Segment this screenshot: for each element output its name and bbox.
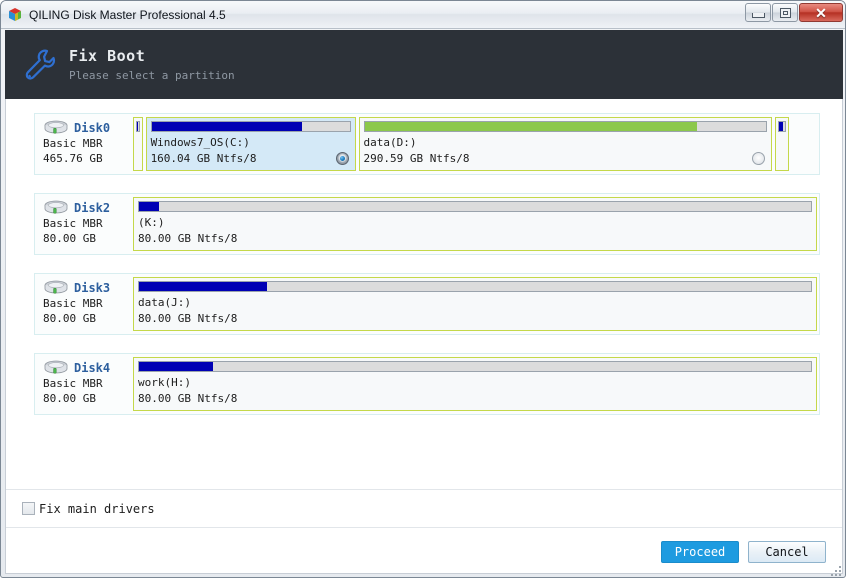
window-title: QILING Disk Master Professional 4.5 <box>29 7 226 22</box>
resize-grip[interactable] <box>831 563 843 576</box>
disk-type: Basic MBR <box>43 297 103 310</box>
disk-row: Disk3 Basic MBR 80.00 GB data(J:) 80.00 GB N… <box>34 273 820 335</box>
disk-name: Disk3 <box>74 280 111 295</box>
partition-item[interactable] <box>133 117 143 171</box>
page-subtitle: Please select a partition <box>69 69 235 82</box>
disk-name: Disk0 <box>74 120 111 135</box>
partition-radio[interactable] <box>335 152 349 165</box>
fix-main-drivers-label: Fix main drivers <box>39 501 155 516</box>
hard-disk-icon <box>43 280 69 295</box>
hard-disk-icon <box>43 120 69 135</box>
footer-bar: Proceed Cancel <box>5 530 843 574</box>
minimize-icon <box>751 12 765 18</box>
close-button[interactable]: ✕ <box>799 3 843 22</box>
partition-usage-fill <box>364 122 698 131</box>
partition-usage-bar <box>777 121 787 132</box>
partition-strip: Windows7_OS(C:) 160.04 GB Ntfs/8 data(D:) 2… <box>133 114 819 174</box>
disk-header: Disk0 <box>43 119 133 136</box>
cube-logo-icon <box>7 7 23 23</box>
disk-size: 80.00 GB <box>43 312 96 325</box>
proceed-button[interactable]: Proceed <box>661 540 739 563</box>
partition-label: data(D:) <box>363 136 417 149</box>
header-text-block: Fix Boot Please select a partition <box>69 47 235 82</box>
disk-size: 80.00 GB <box>43 232 96 245</box>
disk-type: Basic MBR <box>43 217 103 230</box>
partition-usage-fill <box>778 122 784 131</box>
disk-header: Disk4 <box>43 359 133 376</box>
partition-usage-bar <box>138 281 812 292</box>
page-title: Fix Boot <box>69 47 146 65</box>
partition-usage-fill <box>137 122 139 131</box>
maximize-icon <box>779 7 791 18</box>
partition-usage-bar <box>150 121 351 132</box>
partition-label: Windows7_OS(C:) <box>150 136 250 149</box>
partition-size: 290.59 GB Ntfs/8 <box>363 152 470 165</box>
partition-strip: work(H:) 80.00 GB Ntfs/8 <box>133 354 819 414</box>
partition-size: 80.00 GB Ntfs/8 <box>138 392 238 405</box>
disk-info: Disk2 Basic MBR 80.00 GB <box>35 194 133 254</box>
fix-main-drivers-checkbox[interactable] <box>22 502 35 515</box>
cancel-button[interactable]: Cancel <box>748 540 826 563</box>
partition-item[interactable] <box>774 117 790 171</box>
partition-usage-bar <box>138 361 812 372</box>
disk-size: 80.00 GB <box>43 392 96 405</box>
partition-label: (K:) <box>138 216 165 229</box>
partition-usage-fill <box>139 282 267 291</box>
disk-list: Disk0 Basic MBR 465.76 GB Windows7_OS(C:) 16… <box>6 99 842 489</box>
page-header: Fix Boot Please select a partition <box>5 30 843 99</box>
partition-item[interactable]: (K:) 80.00 GB Ntfs/8 <box>133 197 817 251</box>
hard-disk-icon <box>43 360 69 375</box>
partition-radio[interactable] <box>751 152 765 165</box>
partition-item[interactable]: work(H:) 80.00 GB Ntfs/8 <box>133 357 817 411</box>
partition-item[interactable]: Windows7_OS(C:) 160.04 GB Ntfs/8 <box>145 117 356 171</box>
disk-info: Disk3 Basic MBR 80.00 GB <box>35 274 133 334</box>
options-bar: Fix main drivers <box>6 489 842 528</box>
partition-usage-bar <box>138 201 812 212</box>
disk-name: Disk2 <box>74 200 111 215</box>
partition-size: 160.04 GB Ntfs/8 <box>150 152 257 165</box>
disk-info: Disk4 Basic MBR 80.00 GB <box>35 354 133 414</box>
minimize-button[interactable] <box>745 3 771 22</box>
maximize-button[interactable] <box>772 3 798 22</box>
partition-size: 80.00 GB Ntfs/8 <box>138 232 238 245</box>
partition-label: work(H:) <box>138 376 191 389</box>
disk-name: Disk4 <box>74 360 111 375</box>
application-window: QILING Disk Master Professional 4.5 ✕ Fi… <box>0 0 846 578</box>
disk-size: 465.76 GB <box>43 152 103 165</box>
title-bar[interactable]: QILING Disk Master Professional 4.5 ✕ <box>1 1 845 29</box>
close-icon: ✕ <box>815 4 827 21</box>
disk-type: Basic MBR <box>43 377 103 390</box>
partition-usage-bar <box>363 121 767 132</box>
disk-header: Disk3 <box>43 279 133 296</box>
disk-row: Disk4 Basic MBR 80.00 GB work(H:) 80.00 GB N… <box>34 353 820 415</box>
partition-usage-fill <box>151 122 303 131</box>
partition-size: 80.00 GB Ntfs/8 <box>138 312 238 325</box>
disk-row: Disk2 Basic MBR 80.00 GB (K:) 80.00 GB Ntfs/… <box>34 193 820 255</box>
partition-item[interactable]: data(D:) 290.59 GB Ntfs/8 <box>358 117 772 171</box>
hard-disk-icon <box>43 200 69 215</box>
partition-usage-fill <box>139 362 213 371</box>
content-panel: Disk0 Basic MBR 465.76 GB Windows7_OS(C:) 16… <box>5 99 843 530</box>
disk-header: Disk2 <box>43 199 133 216</box>
disk-row: Disk0 Basic MBR 465.76 GB Windows7_OS(C:) 16… <box>34 113 820 175</box>
disk-info: Disk0 Basic MBR 465.76 GB <box>35 114 133 174</box>
partition-strip: (K:) 80.00 GB Ntfs/8 <box>133 194 819 254</box>
partition-strip: data(J:) 80.00 GB Ntfs/8 <box>133 274 819 334</box>
disk-type: Basic MBR <box>43 137 103 150</box>
partition-usage-bar <box>136 121 140 132</box>
partition-item[interactable]: data(J:) 80.00 GB Ntfs/8 <box>133 277 817 331</box>
window-controls: ✕ <box>745 3 843 22</box>
wrench-icon <box>17 45 57 85</box>
partition-usage-fill <box>139 202 160 211</box>
partition-label: data(J:) <box>138 296 191 309</box>
